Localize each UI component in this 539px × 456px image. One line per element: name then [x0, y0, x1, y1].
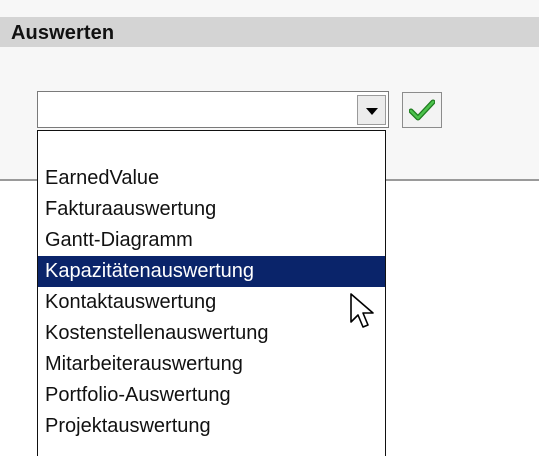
dropdown-list[interactable]: EarnedValue Fakturaauswertung Gantt-Diagra… — [37, 130, 386, 456]
dropdown-item-selected[interactable]: Kapazitätenauswertung — [38, 256, 385, 287]
dropdown-item[interactable]: Fakturaauswertung — [38, 194, 385, 225]
dropdown-item[interactable]: Mitarbeiterauswertung — [38, 349, 385, 380]
dropdown-item[interactable]: EarnedValue — [38, 163, 385, 194]
dropdown-item[interactable]: Projektauswertung — [38, 411, 385, 442]
dropdown-item[interactable]: Kontaktauswertung — [38, 287, 385, 318]
checkmark-icon — [409, 99, 435, 121]
dropdown-item[interactable]: Kostenstellenauswertung — [38, 318, 385, 349]
panel-title: Auswerten — [11, 22, 115, 44]
evaluation-select[interactable] — [37, 91, 389, 128]
select-dropdown-button[interactable] — [357, 95, 386, 125]
dropdown-item[interactable]: Gantt-Diagramm — [38, 225, 385, 256]
confirm-button[interactable] — [402, 92, 442, 128]
dropdown-item[interactable]: Portfolio-Auswertung — [38, 380, 385, 411]
mouse-pointer-icon — [350, 293, 374, 328]
evaluation-panel: Auswerten EarnedValue Fakturaauswertung Ga… — [0, 0, 539, 456]
chevron-down-icon — [365, 107, 378, 115]
dropdown-item-empty[interactable] — [38, 132, 385, 163]
